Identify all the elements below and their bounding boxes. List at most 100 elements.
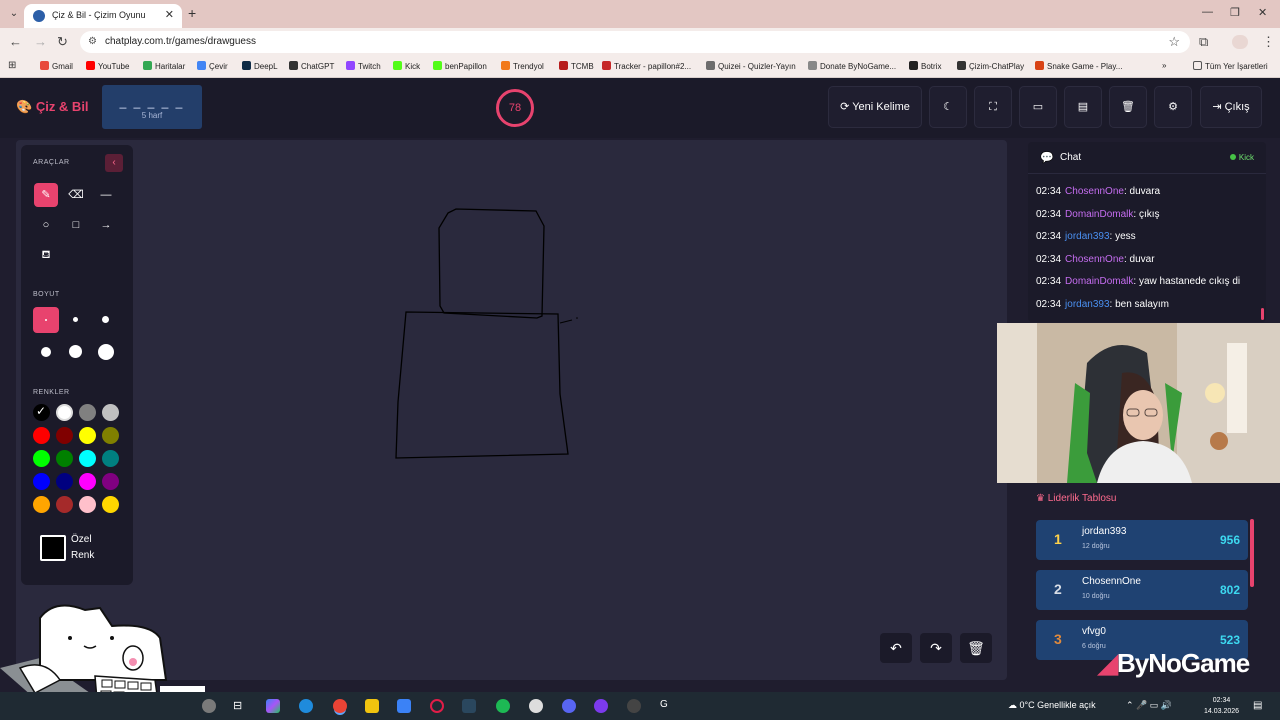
- app-logo[interactable]: 🎨 Çiz & Bil: [16, 99, 89, 115]
- color-swatch[interactable]: ✓: [33, 404, 50, 421]
- circle-tool-button[interactable]: ○: [34, 213, 58, 237]
- system-tray-icons[interactable]: ⌃ 🎤 ▭ 🔊: [1126, 700, 1172, 711]
- bookmark-gmail[interactable]: Gmail: [40, 61, 73, 71]
- bookmark-tcmb[interactable]: TCMB: [559, 61, 594, 71]
- new-tab-icon[interactable]: +: [188, 5, 196, 21]
- browser-tab[interactable]: Çiz & Bil - Çizim Oyunu ✕: [24, 4, 182, 28]
- color-swatch[interactable]: [56, 496, 73, 513]
- undo-button[interactable]: ↶: [880, 633, 912, 663]
- bookmark-quizei[interactable]: Quizei - Quizler-Yayın: [706, 61, 796, 71]
- bookmark-kick[interactable]: Kick: [393, 61, 420, 71]
- url-field[interactable]: ⚙ chatplay.com.tr/games/drawguess ☆: [80, 31, 1190, 53]
- color-swatch[interactable]: [56, 450, 73, 467]
- chrome-icon[interactable]: [333, 699, 347, 713]
- color-swatch[interactable]: [56, 427, 73, 444]
- discord-icon[interactable]: [562, 699, 576, 713]
- taskbar-clock[interactable]: 02:34 14.03.2026: [1204, 695, 1239, 717]
- tab-close-icon[interactable]: ✕: [165, 8, 174, 21]
- clear-button[interactable]: 🗑: [1109, 86, 1147, 128]
- size-button-4[interactable]: [33, 339, 59, 365]
- size-button-6[interactable]: [93, 339, 119, 365]
- settings-button[interactable]: ⚙: [1154, 86, 1192, 128]
- size-button-2[interactable]: [63, 307, 89, 333]
- color-swatch[interactable]: [79, 404, 96, 421]
- bookmark-youtube[interactable]: YouTube: [86, 61, 129, 71]
- size-button-1[interactable]: [33, 307, 59, 333]
- opera-icon[interactable]: [430, 699, 444, 713]
- browser-menu-icon[interactable]: ⋮: [1262, 34, 1275, 50]
- fullscreen-button[interactable]: ⛶: [974, 86, 1012, 128]
- color-swatch[interactable]: [79, 496, 96, 513]
- color-swatch[interactable]: [102, 496, 119, 513]
- back-icon[interactable]: ←: [9, 34, 22, 49]
- window-close-icon[interactable]: ✕: [1258, 6, 1267, 19]
- bookmark-twitch[interactable]: Twitch: [346, 61, 381, 71]
- store-icon[interactable]: [397, 699, 411, 713]
- bookmark-haritalar[interactable]: Haritalar: [143, 61, 185, 71]
- pencil-tool-button[interactable]: ✎: [34, 183, 58, 207]
- app-globe-icon[interactable]: [529, 699, 543, 713]
- chat-username[interactable]: jordan393: [1065, 299, 1109, 310]
- custom-color-button[interactable]: [40, 535, 66, 561]
- apps-grid-icon[interactable]: ⊞: [8, 60, 16, 71]
- all-bookmarks[interactable]: Tüm Yer İşaretleri: [1193, 61, 1268, 71]
- bookmark-benpapillon[interactable]: benPapillon: [433, 61, 487, 71]
- weather-widget[interactable]: ☁ 0°C Genellikle açık: [1008, 700, 1096, 711]
- bookmark-cevir[interactable]: Çevir: [197, 61, 228, 71]
- color-swatch[interactable]: [56, 404, 73, 421]
- collapse-panel-button[interactable]: ‹: [105, 154, 123, 172]
- notification-icon[interactable]: ▤: [1253, 700, 1262, 711]
- arrow-tool-button[interactable]: →: [94, 213, 118, 237]
- restore-icon[interactable]: ❐: [1230, 6, 1240, 19]
- archive-button[interactable]: ▤: [1064, 86, 1102, 128]
- bookmark-cizim[interactable]: Çizim-ChatPlay: [957, 61, 1024, 71]
- color-swatch[interactable]: [79, 473, 96, 490]
- line-tool-button[interactable]: —: [94, 183, 118, 207]
- taskbar-avatar-icon[interactable]: [202, 699, 216, 713]
- color-swatch[interactable]: [33, 450, 50, 467]
- logout-button[interactable]: ⇥ Çıkış: [1200, 86, 1262, 128]
- bookmark-botrix[interactable]: Botrix: [909, 61, 941, 71]
- color-swatch[interactable]: [56, 473, 73, 490]
- minimize-icon[interactable]: —: [1202, 6, 1213, 18]
- steam-icon[interactable]: [462, 699, 476, 713]
- color-swatch[interactable]: [33, 473, 50, 490]
- color-swatch[interactable]: [79, 427, 96, 444]
- file-explorer-icon[interactable]: [365, 699, 379, 713]
- color-swatch[interactable]: [102, 450, 119, 467]
- spotify-icon[interactable]: [496, 699, 510, 713]
- edge-icon[interactable]: [299, 699, 313, 713]
- keyboard-button[interactable]: ▭: [1019, 86, 1057, 128]
- forward-icon[interactable]: →: [34, 34, 47, 49]
- bookmark-chatgpt[interactable]: ChatGPT: [289, 61, 334, 71]
- app-g-icon[interactable]: G: [660, 699, 674, 713]
- dark-mode-button[interactable]: ☾: [929, 86, 967, 128]
- extensions-icon[interactable]: ⧉: [1199, 34, 1208, 50]
- size-button-3[interactable]: [93, 307, 119, 333]
- trash-button[interactable]: 🗑: [960, 633, 992, 663]
- bookmark-donate[interactable]: Donate ByNoGame...: [808, 61, 896, 71]
- bookmarks-overflow-icon[interactable]: »: [1162, 61, 1166, 70]
- profile-avatar[interactable]: [1232, 35, 1248, 49]
- tab-search-icon[interactable]: ⌄: [6, 6, 22, 22]
- obs-icon[interactable]: [594, 699, 608, 713]
- rectangle-tool-button[interactable]: □: [64, 213, 88, 237]
- site-info-icon[interactable]: ⚙: [88, 36, 97, 47]
- new-word-button[interactable]: ⟳ Yeni Kelime: [828, 86, 922, 128]
- bookmark-tracker[interactable]: Tracker - papillon#2...: [602, 61, 691, 71]
- chat-username[interactable]: ChosennOne: [1065, 254, 1124, 265]
- color-swatch[interactable]: [102, 427, 119, 444]
- bookmark-trendyol[interactable]: Trendyol: [501, 61, 544, 71]
- reload-icon[interactable]: ↻: [57, 34, 68, 50]
- chat-username[interactable]: DomainDomalk: [1065, 276, 1133, 287]
- fill-tool-button[interactable]: ⛾: [34, 243, 58, 267]
- redo-button[interactable]: ↷: [920, 633, 952, 663]
- bookmark-star-icon[interactable]: ☆: [1168, 34, 1180, 50]
- app-record-icon[interactable]: [627, 699, 641, 713]
- chat-username[interactable]: DomainDomalk: [1065, 209, 1133, 220]
- bookmark-snake[interactable]: Snake Game - Play...: [1035, 61, 1122, 71]
- chat-username[interactable]: ChosennOne: [1065, 186, 1124, 197]
- color-swatch[interactable]: [33, 496, 50, 513]
- bookmark-deepl[interactable]: DeepL: [242, 61, 278, 71]
- color-swatch[interactable]: [102, 404, 119, 421]
